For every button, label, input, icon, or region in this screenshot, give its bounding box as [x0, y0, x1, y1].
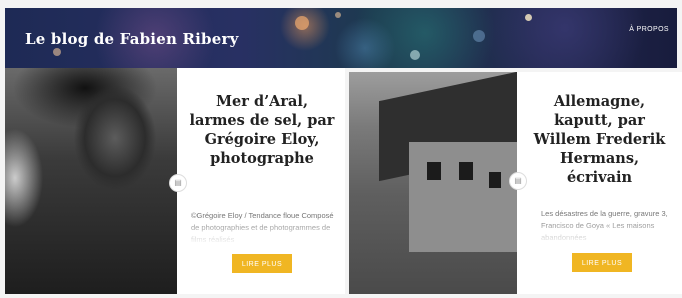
- site-header: Le blog de Fabien Ribery À PROPOS: [5, 8, 677, 68]
- bokeh-light: [525, 14, 532, 21]
- bokeh-light: [473, 30, 485, 42]
- document-icon: ▤: [169, 174, 187, 192]
- post-title[interactable]: Mer d’Aral, larmes de sel, par Grégoire …: [189, 92, 335, 168]
- post-panel: Allemagne, kaputt, par Willem Frederik H…: [517, 72, 682, 294]
- bokeh-light: [53, 48, 61, 56]
- excerpt-fade: [517, 218, 682, 248]
- post-card: Allemagne, kaputt, par Willem Frederik H…: [349, 72, 682, 294]
- image-window: [489, 172, 501, 188]
- post-panel: Mer d’Aral, larmes de sel, par Grégoire …: [177, 68, 345, 294]
- image-window: [427, 162, 441, 180]
- image-window: [459, 162, 473, 180]
- post-card: Mer d’Aral, larmes de sel, par Grégoire …: [5, 68, 345, 294]
- excerpt-fade: [177, 218, 345, 248]
- read-more-button[interactable]: LIRE PLUS: [572, 253, 632, 272]
- bokeh-light: [410, 50, 420, 60]
- read-more-button[interactable]: LIRE PLUS: [232, 254, 292, 273]
- bokeh-light: [295, 16, 309, 30]
- bokeh-light: [335, 12, 341, 18]
- document-icon: ▤: [509, 172, 527, 190]
- post-title[interactable]: Allemagne, kaputt, par Willem Frederik H…: [529, 92, 670, 187]
- site-title[interactable]: Le blog de Fabien Ribery: [25, 30, 239, 48]
- nav-link-a-propos[interactable]: À PROPOS: [629, 26, 669, 33]
